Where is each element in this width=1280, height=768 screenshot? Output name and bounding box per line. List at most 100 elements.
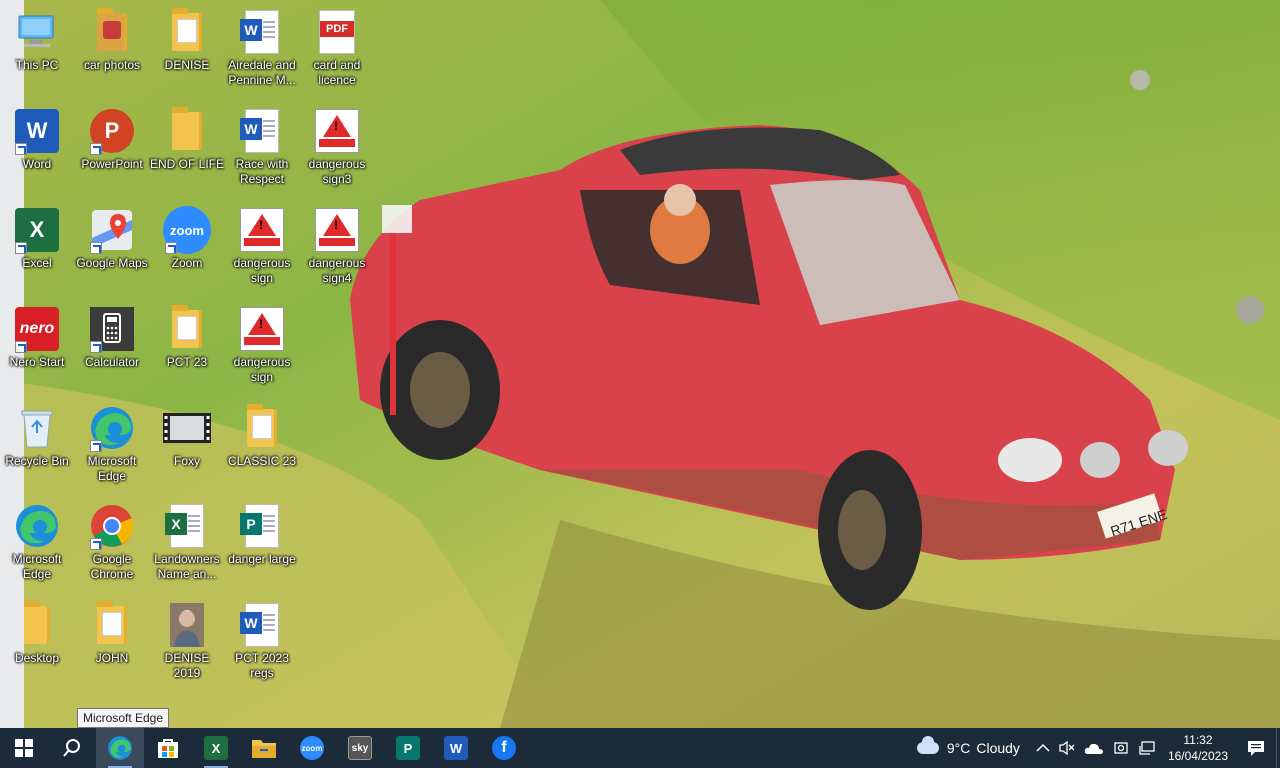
sync-button[interactable] (1108, 728, 1134, 768)
weather-widget[interactable]: 9°C Cloudy (905, 736, 1032, 756)
desktop-icon-label: Microsoft Edge (87, 454, 137, 483)
edge-icon (108, 736, 132, 760)
publisher-file-icon: P (238, 502, 286, 550)
google-maps-icon (88, 206, 136, 254)
clock[interactable]: 11:32 16/04/2023 (1160, 732, 1236, 764)
desktop-icon-pct-2023-regs[interactable]: W PCT 2023 regs (225, 601, 299, 681)
desktop-icon-label: Google Maps (76, 256, 148, 270)
desktop-icon-zoom[interactable]: zoom Zoom (150, 206, 224, 271)
desktop-icon-danger-large[interactable]: P danger large (225, 502, 299, 567)
desktop-icon-excel[interactable]: X Excel (0, 206, 74, 271)
system-tray: 9°C Cloudy 11:32 16/04/2023 (905, 728, 1280, 768)
desktop-icon-denise-2019[interactable]: DENISE 2019 (150, 601, 224, 681)
desktop-icon-label: DENISE (164, 58, 210, 72)
taskbar-sky-button[interactable]: sky (336, 728, 384, 768)
word-file-icon: W (238, 8, 286, 56)
excel-icon: X (13, 206, 61, 254)
folder-icon (163, 8, 211, 56)
desktop-icon-this-pc[interactable]: This PC (0, 8, 74, 73)
search-button[interactable] (48, 728, 96, 768)
desktop-icon-microsoft-edge[interactable]: Microsoft Edge (0, 502, 74, 582)
desktop-icon-recycle-bin[interactable]: Recycle Bin (0, 404, 74, 469)
pdf-file-icon: PDF (313, 8, 361, 56)
start-button[interactable] (0, 728, 48, 768)
show-desktop-button[interactable] (1276, 728, 1280, 768)
show-hidden-icons-button[interactable] (1032, 728, 1054, 768)
shortcut-arrow-icon (15, 143, 27, 155)
computer-icon (13, 8, 61, 56)
desktop-icon-label: Nero Start (9, 355, 65, 369)
onedrive-button[interactable] (1080, 728, 1108, 768)
desktop-icon-google-chrome[interactable]: Google Chrome (75, 502, 149, 582)
excel-file-icon: X (163, 502, 211, 550)
network-button[interactable] (1134, 728, 1160, 768)
warning-sign-image-icon (313, 107, 361, 155)
desktop-icon-car-photos[interactable]: car photos (75, 8, 149, 73)
taskbar-zoom-button[interactable]: zoom (288, 728, 336, 768)
desktop-icon-race-with-respect[interactable]: W Race with Respect (225, 107, 299, 187)
desktop: This PC W Word X Excel nero Nero Start R… (0, 0, 1280, 728)
folder-icon (238, 404, 286, 452)
shortcut-arrow-icon (15, 341, 27, 353)
desktop-icon-end-of-life[interactable]: END OF LIFE (150, 107, 224, 172)
desktop-icon-airedale-and-pennine[interactable]: W Airedale and Pennine M... (225, 8, 299, 88)
taskbar-file-explorer-button[interactable] (240, 728, 288, 768)
shortcut-arrow-icon (90, 538, 102, 550)
warning-sign-image-icon (238, 206, 286, 254)
desktop-icon-john[interactable]: JOHN (75, 601, 149, 666)
desktop-icon-denise[interactable]: DENISE (150, 8, 224, 73)
warning-sign-image-icon (313, 206, 361, 254)
desktop-icon-nero-start[interactable]: nero Nero Start (0, 305, 74, 370)
desktop-icon-label: PowerPoint (81, 157, 143, 171)
desktop-icon-word[interactable]: W Word (0, 107, 74, 172)
desktop-icon-label: CLASSIC 23 (227, 454, 297, 468)
weather-condition: Cloudy (976, 740, 1020, 756)
folder-icon (88, 8, 136, 56)
clock-date: 16/04/2023 (1167, 749, 1228, 763)
taskbar-edge-button[interactable] (96, 728, 144, 768)
desktop-icon-desktop[interactable]: Desktop (0, 601, 74, 666)
clock-time: 11:32 (1183, 733, 1213, 747)
desktop-icon-pct-23[interactable]: PCT 23 (150, 305, 224, 370)
desktop-icon-classic-23[interactable]: CLASSIC 23 (225, 404, 299, 469)
desktop-icon-label: dangerous sign4 (308, 256, 366, 285)
desktop-icon-label: car photos (83, 58, 141, 72)
desktop-icon-label: dangerous sign3 (308, 157, 366, 186)
powerpoint-icon: P (88, 107, 136, 155)
taskbar-store-button[interactable] (144, 728, 192, 768)
taskbar-publisher-button[interactable]: P (384, 728, 432, 768)
desktop-icon-landowners-name[interactable]: X Landowners Name an... (150, 502, 224, 582)
desktop-icon-microsoft-edge-2[interactable]: Microsoft Edge (75, 404, 149, 484)
desktop-icon-dangerous-sign-2[interactable]: dangerous sign (225, 305, 299, 385)
edge-icon (13, 502, 61, 550)
word-file-icon: W (238, 601, 286, 649)
shortcut-arrow-icon (90, 341, 102, 353)
shortcut-arrow-icon (15, 242, 27, 254)
shortcut-arrow-icon (90, 440, 102, 452)
photo-thumbnail-icon (163, 601, 211, 649)
desktop-icon-dangerous-sign[interactable]: dangerous sign (225, 206, 299, 286)
folder-icon (252, 740, 276, 758)
folder-icon (13, 601, 61, 649)
desktop-icon-calculator[interactable]: Calculator (75, 305, 149, 370)
action-center-button[interactable] (1236, 728, 1276, 768)
taskbar-word-button[interactable]: W (432, 728, 480, 768)
nero-icon: nero (13, 305, 61, 353)
word-icon: W (444, 736, 468, 760)
notification-icon (1248, 741, 1264, 756)
desktop-icon-foxy[interactable]: Foxy (150, 404, 224, 469)
desktop-icon-google-maps[interactable]: Google Maps (75, 206, 149, 271)
taskbar: X zoom sky P W f 9°C Cloudy 11:32 16/04/… (0, 728, 1280, 768)
desktop-icon-dangerous-sign4[interactable]: dangerous sign4 (300, 206, 374, 286)
taskbar-facebook-button[interactable]: f (480, 728, 528, 768)
desktop-icon-dangerous-sign3[interactable]: dangerous sign3 (300, 107, 374, 187)
desktop-icon-card-and-licence[interactable]: PDF card and licence (300, 8, 374, 88)
desktop-icon-powerpoint[interactable]: P PowerPoint (75, 107, 149, 172)
volume-muted-icon (1059, 740, 1075, 756)
onedrive-cloud-icon (1084, 743, 1103, 754)
calculator-icon (88, 305, 136, 353)
desktop-icon-label: This PC (15, 58, 59, 72)
desktop-icon-label: card and licence (313, 58, 361, 87)
taskbar-excel-button[interactable]: X (192, 728, 240, 768)
volume-button[interactable] (1054, 728, 1080, 768)
